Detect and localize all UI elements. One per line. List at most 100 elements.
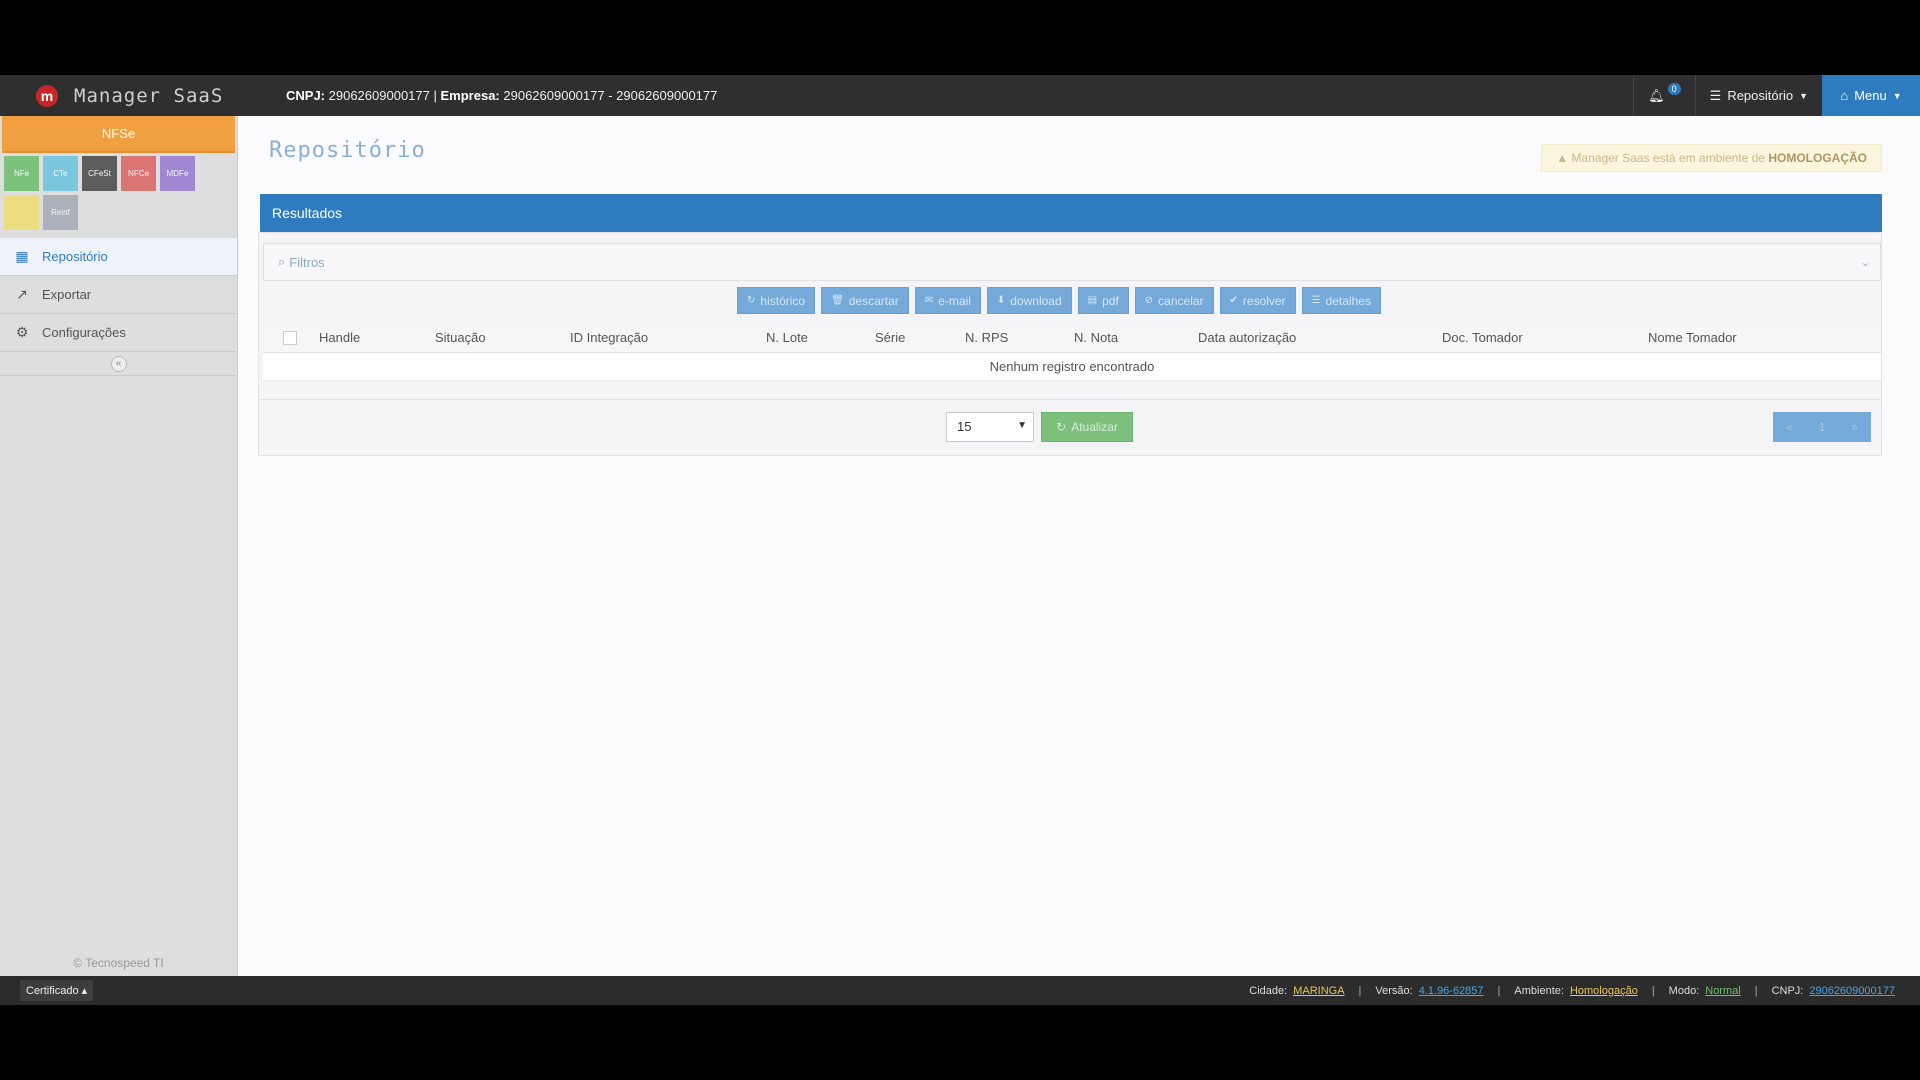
search-icon: ⌕	[278, 254, 286, 269]
descartar-button[interactable]: 🗑 descartar	[821, 287, 909, 314]
list-icon: ☰	[1311, 295, 1321, 306]
repositorio-dropdown[interactable]: ☰ Repositório ▼	[1694, 75, 1822, 116]
status-separator: |	[1754, 984, 1758, 997]
status-bar: Certificado ▴ Cidade: MARINGA | Versão: …	[0, 976, 1920, 1005]
column-n-rps[interactable]: N. RPS	[965, 330, 1008, 345]
column-n-lote[interactable]: N. Lote	[766, 330, 808, 345]
empresa-label: Empresa:	[440, 88, 500, 103]
brand[interactable]: m Manager SaaS	[0, 84, 270, 107]
main-content: Repositório ▲ Manager Saas está em ambie…	[238, 116, 1920, 976]
sidebar-item-repositorio[interactable]: ▦ Repositório	[0, 238, 237, 276]
email-label: e-mail	[938, 293, 971, 308]
action-toolbar: ↻ histórico 🗑 descartar ✉ e-mail ⬇ download …	[737, 287, 1381, 314]
column-nome-tomador[interactable]: Nome Tomador	[1648, 330, 1737, 345]
company-info: CNPJ: 29062609000177 | Empresa: 29062609…	[286, 88, 717, 103]
atualizar-label: Atualizar	[1071, 420, 1118, 434]
logo-icon: m	[36, 84, 58, 107]
pdf-button[interactable]: ▤ pdf	[1077, 287, 1129, 314]
download-label: download	[1010, 293, 1062, 308]
modo-label: Modo:	[1668, 984, 1700, 997]
page-size-value: 15	[957, 419, 972, 434]
menu-dropdown-label: Menu	[1854, 88, 1887, 103]
select-all-checkbox[interactable]	[283, 331, 297, 345]
detalhes-label: detalhes	[1325, 293, 1371, 308]
repositorio-dropdown-label: Repositório	[1727, 88, 1794, 103]
module-tile-cte[interactable]: CTe	[43, 156, 78, 191]
ambiente-value[interactable]: Homologação	[1570, 985, 1638, 997]
versao-value[interactable]: 4.1.96-62857	[1419, 985, 1484, 997]
cancel-icon: ⊘	[1144, 295, 1154, 306]
module-tile-nfe[interactable]: NFe	[4, 156, 39, 191]
top-navbar: m Manager SaaS CNPJ: 29062609000177 | Em…	[0, 75, 1920, 116]
empty-message: Nenhum registro encontrado	[263, 353, 1881, 381]
gear-icon: ⚙	[15, 324, 29, 340]
column-doc-tomador[interactable]: Doc. Tomador	[1442, 330, 1523, 345]
notification-badge: 0	[1667, 82, 1681, 95]
caret-down-icon: ▼	[1799, 90, 1808, 101]
pager-row: 15 ▼ ↻ Atualizar « 1 »	[258, 400, 1882, 456]
check-icon: ✔	[1229, 295, 1238, 306]
results-panel: ⌕ Filtros ⌄ ↻ histórico 🗑 descartar ✉ e-mai…	[258, 232, 1882, 400]
detalhes-button[interactable]: ☰ detalhes	[1301, 287, 1381, 314]
column-id-integracao[interactable]: ID Integração	[570, 330, 648, 345]
copyright: © Tecnospeed TI	[73, 956, 164, 970]
status-separator: |	[1358, 984, 1362, 997]
envelope-icon: ✉	[924, 295, 934, 306]
download-button[interactable]: ⬇ download	[986, 287, 1072, 314]
certificado-button[interactable]: Certificado ▴	[20, 980, 94, 1001]
pagination-next[interactable]: »	[1851, 420, 1858, 434]
sidebar-item-exportar[interactable]: ↗ Exportar	[0, 276, 237, 314]
cancelar-label: cancelar	[1158, 293, 1204, 308]
notifications-button[interactable]: 🔔︎ 0	[1633, 75, 1695, 116]
module-tile-reinf[interactable]: Reinf	[43, 195, 78, 230]
historico-label: histórico	[760, 293, 806, 308]
page-title: Repositório	[269, 138, 426, 163]
company-separator: |	[433, 88, 441, 103]
cancelar-button[interactable]: ⊘ cancelar	[1134, 287, 1214, 314]
empresa-value: 29062609000177 - 29062609000177	[503, 88, 718, 103]
column-n-nota[interactable]: N. Nota	[1074, 330, 1118, 345]
pagination: « 1 »	[1773, 412, 1871, 442]
sidebar-item-label: Repositório	[42, 249, 108, 264]
page-size-select[interactable]: 15 ▼	[946, 412, 1034, 442]
home-icon: ⌂	[1840, 88, 1849, 103]
menu-dropdown[interactable]: ⌂ Menu ▼	[1822, 75, 1920, 116]
column-handle[interactable]: Handle	[319, 330, 360, 345]
atualizar-button[interactable]: ↻ Atualizar	[1041, 412, 1133, 442]
resolver-button[interactable]: ✔ resolver	[1219, 287, 1296, 314]
module-tile-nfce[interactable]: NFCe	[121, 156, 156, 191]
environment-alert: ▲ Manager Saas está em ambiente de HOMOL…	[1541, 144, 1882, 172]
export-icon: ↗	[16, 286, 28, 302]
status-separator: |	[1651, 984, 1655, 997]
filters-label: Filtros	[289, 254, 325, 270]
trash-icon: 🗑	[831, 295, 844, 306]
status-info: Cidade: MARINGA | Versão: 4.1.96-62857 |…	[1249, 985, 1895, 997]
pdf-label: pdf	[1102, 293, 1119, 308]
module-tile-yellow[interactable]	[4, 195, 39, 230]
cidade-value[interactable]: MARINGA	[1293, 985, 1344, 997]
email-button[interactable]: ✉ e-mail	[914, 287, 981, 314]
brand-name: Manager SaaS	[74, 84, 224, 107]
sidebar-collapse[interactable]: «	[0, 352, 237, 376]
module-tile-mdfe[interactable]: MDFe	[160, 156, 195, 191]
column-situacao[interactable]: Situação	[435, 330, 486, 345]
pagination-page[interactable]: 1	[1819, 420, 1826, 434]
column-data-autorizacao[interactable]: Data autorização	[1198, 330, 1296, 345]
env-alert-strong: HOMOLOGAÇÃO	[1768, 151, 1867, 165]
column-serie[interactable]: Série	[875, 330, 905, 345]
sidebar-item-label: Exportar	[42, 287, 92, 302]
cidade-label: Cidade:	[1249, 984, 1288, 997]
cnpj-value[interactable]: 29062609000177	[1809, 985, 1895, 997]
cnpj-value: 29062609000177	[328, 88, 430, 103]
collapse-icon: «	[110, 355, 127, 372]
certificado-label: Certificado	[26, 985, 79, 997]
sidebar-item-configuracoes[interactable]: ⚙ Configurações	[0, 314, 237, 352]
modo-value[interactable]: Normal	[1705, 985, 1740, 997]
file-icon: ▤	[1087, 295, 1098, 306]
historico-button[interactable]: ↻ histórico	[737, 287, 816, 314]
pagination-prev[interactable]: «	[1786, 420, 1793, 434]
env-alert-text: Manager Saas está em ambiente de	[1571, 151, 1765, 165]
filters-toggle[interactable]: ⌕ Filtros ⌄	[263, 243, 1881, 281]
nfse-tab[interactable]: NFSe	[2, 116, 235, 153]
module-tile-cfest[interactable]: CFeSt	[82, 156, 117, 191]
